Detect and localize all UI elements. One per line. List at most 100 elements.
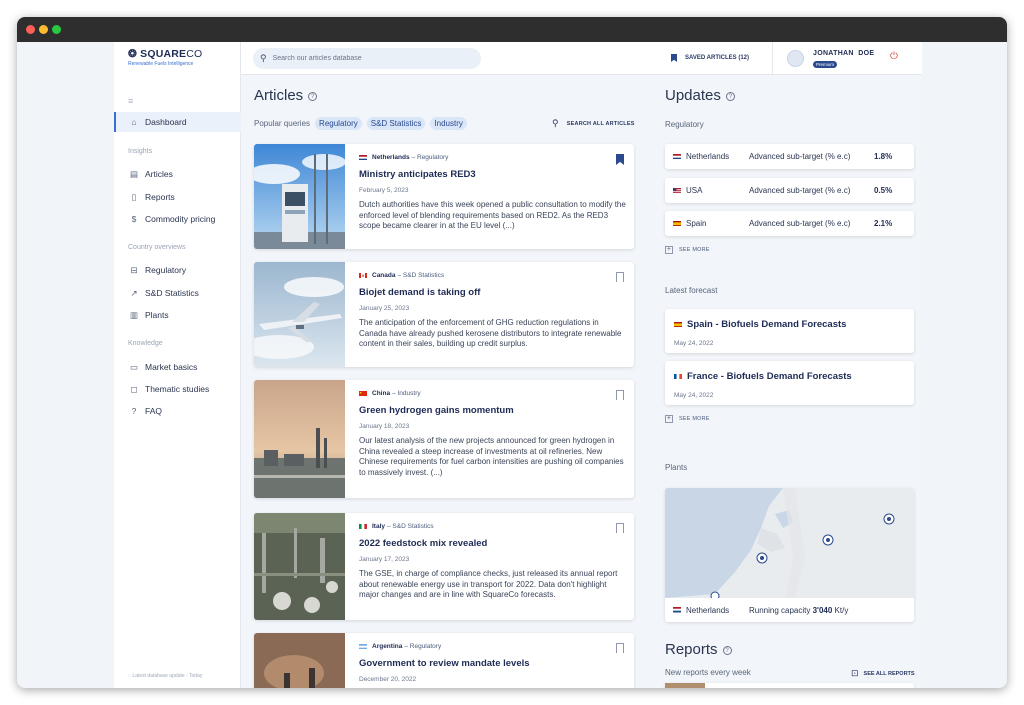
article-card[interactable]: Netherlands – Regulatory Ministry anticip… — [254, 144, 634, 249]
article-title[interactable]: Government to review mandate levels — [359, 658, 627, 669]
see-more-regulatory-button[interactable]: + SEE MORE — [665, 246, 710, 254]
bookmark-outline-icon[interactable] — [616, 390, 624, 400]
see-more-label: SEE MORE — [679, 416, 710, 422]
sidebar-item-market-basics[interactable]: ▭ Market basics — [114, 357, 241, 377]
article-title[interactable]: 2022 feedstock mix revealed — [359, 538, 627, 549]
document-icon: ▯ — [131, 191, 137, 202]
article-card[interactable]: China – Industry Green hydrogen gains mom… — [254, 380, 634, 498]
search-icon: ⚲ — [260, 53, 267, 63]
search-all-articles-link[interactable]: ⚲ SEARCH ALL ARTICLES — [552, 118, 635, 129]
section-label-knowledge: Knowledge — [128, 340, 163, 347]
query-chip-regulatory[interactable]: Regulatory — [315, 117, 362, 130]
sidebar-item-faq[interactable]: ? FAQ — [114, 401, 241, 421]
article-date: January 25, 2023 — [359, 305, 410, 312]
regulatory-country: USA — [686, 186, 703, 195]
saved-articles-link[interactable]: SAVED ARTICLES (12) — [671, 54, 749, 62]
plants-map[interactable] — [665, 488, 914, 598]
article-image-airplane — [254, 262, 345, 367]
article-title[interactable]: Ministry anticipates RED3 — [359, 169, 627, 180]
article-title[interactable]: Biojet demand is taking off — [359, 287, 627, 298]
user-name[interactable]: JONATHAN DOE — [813, 50, 874, 57]
regulatory-metric: Advanced sub-target (% e.c) — [749, 219, 851, 228]
plus-icon: + — [665, 246, 673, 254]
sidebar-item-plants[interactable]: ▥ Plants — [114, 305, 241, 325]
open-book-icon: ⊡ — [851, 668, 859, 678]
see-all-reports-link[interactable]: ⊡ SEE ALL REPORTS — [851, 668, 915, 679]
sidebar-item-sd-statistics[interactable]: ↗ S&D Statistics — [114, 283, 241, 303]
premium-badge: Premium — [813, 61, 838, 68]
sidebar-item-label: FAQ — [145, 406, 163, 416]
regulatory-metric: Advanced sub-target (% e.c) — [749, 186, 851, 195]
sidebar-item-dashboard[interactable]: ⌂ Dashboard — [114, 112, 241, 132]
avatar[interactable] — [787, 50, 804, 67]
forecast-date: May 24, 2022 — [674, 340, 714, 347]
minimize-window-button[interactable] — [39, 25, 48, 34]
article-category[interactable]: – Regulatory — [412, 154, 449, 161]
article-country: Argentina — [372, 643, 403, 650]
bookmark-outline-icon[interactable] — [616, 523, 624, 533]
article-date: February 5, 2023 — [359, 187, 409, 194]
regulatory-row[interactable]: Netherlands Advanced sub-target (% e.c) … — [665, 144, 914, 169]
forecast-card[interactable]: Spain - Biofuels Demand Forecasts May 24… — [665, 309, 914, 353]
plant-marker-icon[interactable] — [756, 552, 768, 564]
title-bar — [17, 17, 1007, 42]
info-icon[interactable]: ? — [725, 91, 735, 101]
article-title[interactable]: Green hydrogen gains momentum — [359, 405, 627, 416]
article-meta: Netherlands – Regulatory — [359, 154, 627, 161]
logo-icon: ❂ — [128, 48, 141, 60]
article-category[interactable]: – S&D Statistics — [387, 523, 434, 530]
netherlands-flag-icon — [673, 153, 681, 160]
see-more-label: SEE MORE — [679, 247, 710, 253]
italy-flag-icon — [359, 523, 367, 530]
sidebar-item-articles[interactable]: ▤ Articles — [114, 164, 241, 184]
maximize-window-button[interactable] — [52, 25, 61, 34]
logout-icon[interactable]: ⏻ — [890, 51, 898, 62]
collapse-menu-icon[interactable]: ≡ — [128, 96, 133, 106]
dollar-icon: $ — [131, 214, 137, 224]
plus-icon: + — [665, 415, 673, 423]
articles-title: Articles — [254, 87, 304, 104]
book-icon: ▭ — [129, 361, 139, 372]
china-flag-icon — [359, 390, 367, 397]
sidebar-item-label: Reports — [145, 192, 175, 202]
article-card[interactable]: Italy – S&D Statistics 2022 feedstock mix… — [254, 513, 634, 620]
article-category[interactable]: – Regulatory — [404, 643, 441, 650]
article-category[interactable]: – S&D Statistics — [397, 272, 444, 279]
report-thumbnail — [665, 683, 705, 688]
search-icon: ⚲ — [552, 118, 559, 128]
database-update-note: ◌ Latest database update - Today — [128, 673, 202, 679]
plant-marker-icon[interactable] — [822, 534, 834, 546]
capacity-value: 3'040 — [812, 605, 833, 615]
search-input[interactable] — [272, 55, 463, 62]
regulatory-row[interactable]: Spain Advanced sub-target (% e.c) 2.1% — [665, 211, 914, 236]
query-chip-sd-statistics[interactable]: S&D Statistics — [366, 117, 426, 130]
info-icon[interactable]: ? — [308, 91, 318, 101]
regulatory-row[interactable]: USA Advanced sub-target (% e.c) 0.5% — [665, 178, 914, 203]
bookmark-outline-icon[interactable] — [616, 272, 624, 282]
article-excerpt: Our latest analysis of the new projects … — [359, 436, 624, 477]
sidebar-item-thematic-studies[interactable]: ◻ Thematic studies — [114, 379, 241, 399]
logo[interactable]: ❂ SQUARECO Renewable Fuels Intelligence — [128, 48, 202, 67]
sidebar-item-reports[interactable]: ▯ Reports — [114, 187, 241, 207]
plants-map-card[interactable]: Netherlands Running capacity 3'040 Kt/y — [665, 488, 914, 622]
article-meta: Italy – S&D Statistics — [359, 523, 627, 530]
close-window-button[interactable] — [26, 25, 35, 34]
sidebar-item-regulatory[interactable]: ⊟ Regulatory — [114, 260, 241, 280]
article-card[interactable]: Argentina – Regulatory Government to revi… — [254, 633, 634, 688]
search-bar[interactable]: ⚲ — [253, 48, 481, 69]
bookmark-outline-icon[interactable] — [616, 643, 624, 653]
reports-title: Reports — [665, 641, 718, 658]
sidebar-item-label: Articles — [145, 169, 173, 179]
trend-icon: ↗ — [130, 287, 138, 298]
sidebar-item-commodity-pricing[interactable]: $ Commodity pricing — [114, 209, 241, 229]
query-chip-industry[interactable]: Industry — [430, 117, 467, 130]
forecast-card[interactable]: France - Biofuels Demand Forecasts May 2… — [665, 361, 914, 405]
article-card[interactable]: Canada – S&D Statistics Biojet demand is … — [254, 262, 634, 367]
see-more-forecasts-button[interactable]: + SEE MORE — [665, 415, 710, 423]
article-category[interactable]: – Industry — [392, 390, 421, 397]
info-icon[interactable]: ? — [722, 645, 732, 655]
report-card[interactable] — [665, 683, 914, 688]
article-date: December 20, 2022 — [359, 676, 417, 683]
plant-marker-icon[interactable] — [883, 513, 895, 525]
regulatory-value: 2.1% — [874, 219, 893, 228]
